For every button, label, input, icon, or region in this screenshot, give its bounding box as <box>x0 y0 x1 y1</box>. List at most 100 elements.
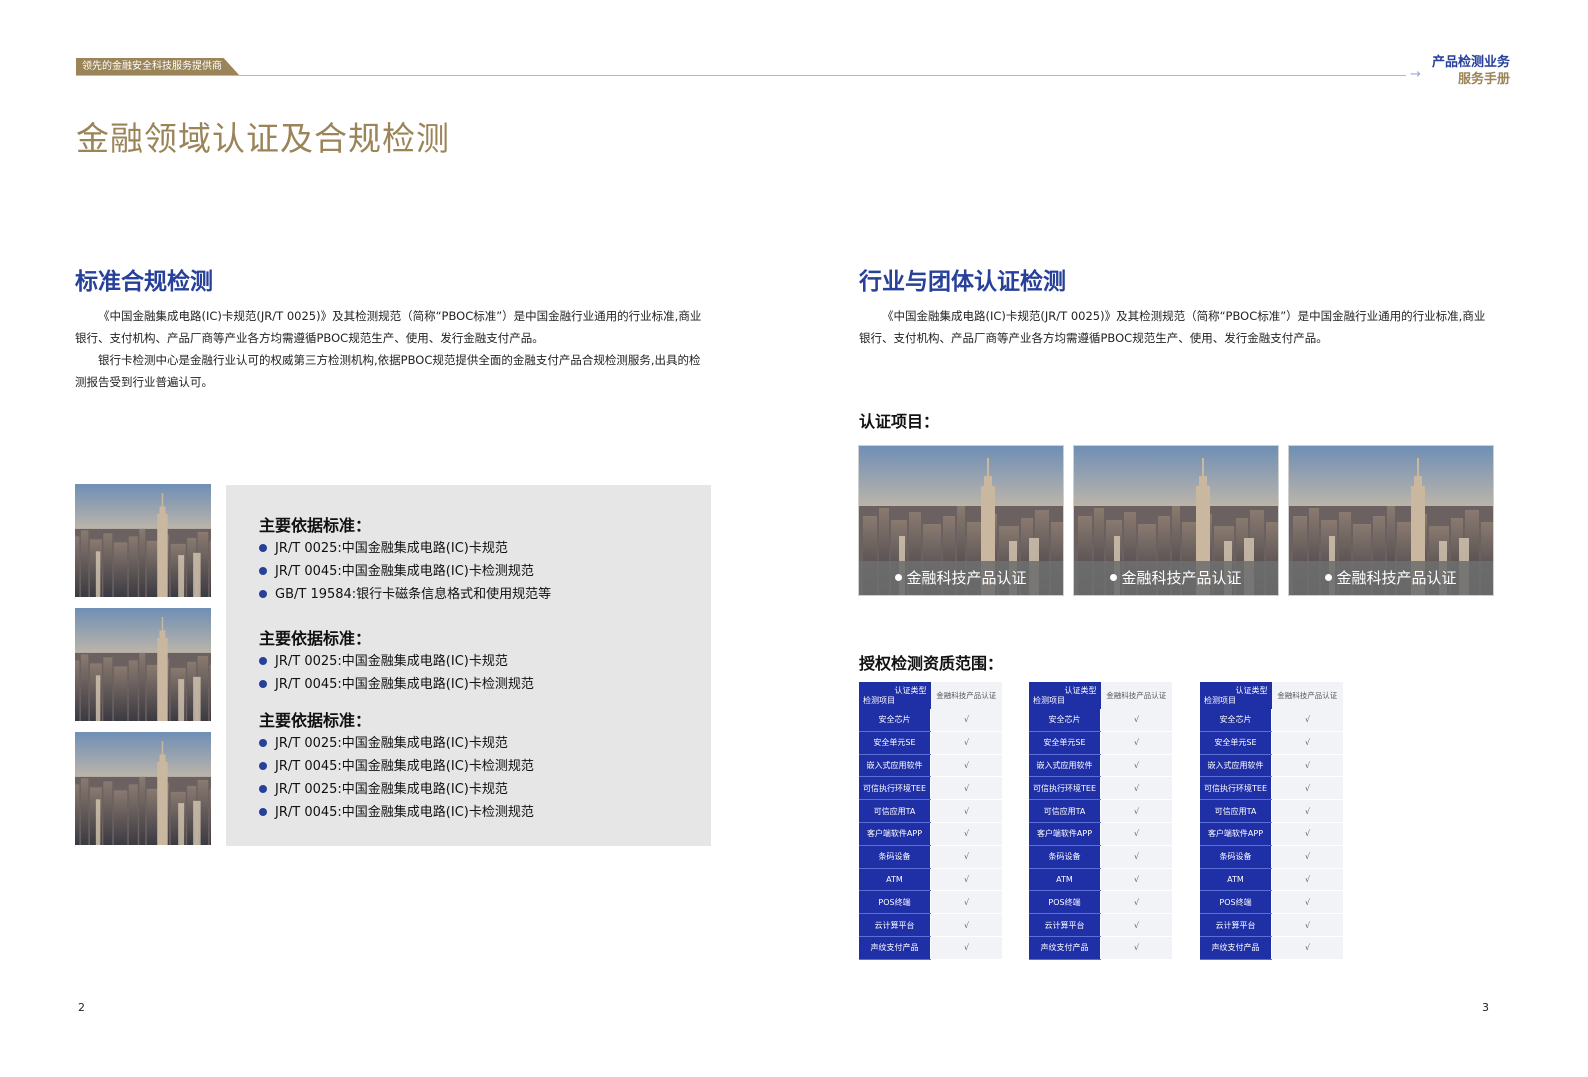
table-item-cell: 云计算平台 <box>859 913 931 937</box>
table-row: 可信执行环境TEE √ <box>1029 776 1172 801</box>
table-header-cell: 认证类型 检测项目 <box>1029 682 1101 709</box>
cert-card: 金融科技产品认证 <box>858 445 1064 596</box>
table-item-cell: ATM <box>1200 868 1272 892</box>
table-item-cell: 可信应用TA <box>1200 799 1272 823</box>
table-header-row: 认证类型 检测项目 金融科技产品认证 <box>859 682 1002 709</box>
table-item-cell: 嵌入式应用软件 <box>1029 754 1101 778</box>
check-mark-icon: √ <box>1271 868 1343 892</box>
check-mark-icon: √ <box>1100 913 1172 937</box>
section-title-standard-compliance: 标准合规检测 <box>75 269 213 295</box>
table-row: POS终端 √ <box>1200 890 1343 915</box>
table-item-cell: 条码设备 <box>1200 845 1272 869</box>
table-row: 可信执行环境TEE √ <box>1200 776 1343 801</box>
table-row: ATM √ <box>859 868 1002 892</box>
standard-item: JR/T 0025:中国金融集成电路(IC)卡规范 <box>259 778 534 801</box>
page-number: 2 <box>78 1001 85 1014</box>
table-row: 嵌入式应用软件 √ <box>1200 754 1343 778</box>
table-header-cell: 认证类型 检测项目 <box>1200 682 1272 709</box>
table-item-cell: POS终端 <box>1200 890 1272 915</box>
cert-card-caption: 金融科技产品认证 <box>1074 561 1278 595</box>
table-row: 安全单元SE √ <box>1200 731 1343 755</box>
cert-card-caption: 金融科技产品认证 <box>1289 561 1493 595</box>
table-row: 声纹支付产品 √ <box>1200 936 1343 960</box>
table-item-cell: ATM <box>859 868 931 892</box>
table-row: ATM √ <box>1200 868 1343 892</box>
bullet-icon <box>259 566 267 575</box>
check-mark-icon: √ <box>1271 845 1343 869</box>
page-number: 3 <box>1482 1001 1489 1014</box>
standard-item: GB/T 19584:银行卡磁条信息格式和使用规范等 <box>259 583 551 606</box>
standards-panel: 主要依据标准： JR/T 0025:中国金融集成电路(IC)卡规范 JR/T 0… <box>226 485 711 846</box>
qualification-heading: 授权检测资质范围： <box>859 654 1004 673</box>
check-mark-icon: √ <box>1271 754 1343 778</box>
table-row: 嵌入式应用软件 √ <box>859 754 1002 778</box>
header-product-cert: 金融科技产品认证 <box>1271 682 1343 709</box>
check-mark-icon: √ <box>930 822 1002 846</box>
standards-list: JR/T 0025:中国金融集成电路(IC)卡规范 JR/T 0045:中国金融… <box>259 732 534 824</box>
bullet-icon <box>259 656 267 665</box>
bullet-icon <box>259 589 267 598</box>
check-mark-icon: √ <box>1271 913 1343 937</box>
table-item-cell: POS终端 <box>1029 890 1101 915</box>
header-cert-type: 认证类型 <box>1064 686 1097 695</box>
check-mark-icon: √ <box>1271 936 1343 960</box>
standards-heading: 主要依据标准： <box>259 629 372 648</box>
check-mark-icon: √ <box>1271 776 1343 801</box>
check-mark-icon: √ <box>930 868 1002 892</box>
table-item-cell: 安全单元SE <box>859 731 931 755</box>
table-row: 嵌入式应用软件 √ <box>1029 754 1172 778</box>
table-header-row: 认证类型 检测项目 金融科技产品认证 <box>1029 682 1172 709</box>
header-divider <box>76 75 1406 76</box>
table-item-cell: 条码设备 <box>1029 845 1101 869</box>
bullet-icon <box>259 761 267 770</box>
table-item-cell: 客户端软件APP <box>1200 822 1272 846</box>
table-row: POS终端 √ <box>1029 890 1172 915</box>
bullet-icon <box>259 543 267 552</box>
check-mark-icon: √ <box>930 709 1002 732</box>
table-row: 安全芯片 √ <box>859 709 1002 732</box>
check-mark-icon: √ <box>1271 822 1343 846</box>
table-row: 安全芯片 √ <box>1029 709 1172 732</box>
table-item-cell: 云计算平台 <box>1029 913 1101 937</box>
table-row: 条码设备 √ <box>859 845 1002 869</box>
table-row: 云计算平台 √ <box>1029 913 1172 937</box>
check-mark-icon: √ <box>1100 936 1172 960</box>
check-mark-icon: √ <box>930 936 1002 960</box>
check-mark-icon: √ <box>1100 731 1172 755</box>
intro-paragraph: 《中国金融集成电路(IC)卡规范(JR/T 0025)》及其检测规范（简称“PB… <box>75 309 702 345</box>
bullet-icon <box>895 574 903 581</box>
check-mark-icon: √ <box>1271 890 1343 915</box>
table-row: 可信应用TA √ <box>1029 799 1172 823</box>
table-item-cell: 可信应用TA <box>1029 799 1101 823</box>
bullet-icon <box>259 807 267 816</box>
table-row: 声纹支付产品 √ <box>859 936 1002 960</box>
bullet-icon <box>259 738 267 747</box>
header-test-item: 检测项目 <box>1033 696 1065 705</box>
table-item-cell: 声纹支付产品 <box>859 936 931 960</box>
manual-subtitle: 服务手册 <box>1457 72 1510 87</box>
table-row: 客户端软件APP √ <box>1200 822 1343 846</box>
check-mark-icon: √ <box>1100 799 1172 823</box>
cert-card: 金融科技产品认证 <box>1073 445 1279 596</box>
standards-list: JR/T 0025:中国金融集成电路(IC)卡规范 JR/T 0045:中国金融… <box>259 537 551 606</box>
check-mark-icon: √ <box>1271 709 1343 732</box>
check-mark-icon: √ <box>1100 845 1172 869</box>
check-mark-icon: √ <box>1271 731 1343 755</box>
standard-item: JR/T 0045:中国金融集成电路(IC)卡检测规范 <box>259 755 534 778</box>
standards-heading: 主要依据标准： <box>259 711 372 730</box>
check-mark-icon: √ <box>1100 754 1172 778</box>
intro-paragraph: 银行卡检测中心是金融行业认可的权威第三方检测机构,依据PBOC规范提供全面的金融… <box>75 353 701 389</box>
standards-list: JR/T 0025:中国金融集成电路(IC)卡规范 JR/T 0045:中国金融… <box>259 650 534 696</box>
table-row: 安全单元SE √ <box>859 731 1002 755</box>
cert-card: 金融科技产品认证 <box>1288 445 1494 596</box>
table-item-cell: 云计算平台 <box>1200 913 1272 937</box>
cert-items-heading: 认证项目： <box>859 412 940 431</box>
table-item-cell: 安全单元SE <box>1029 731 1101 755</box>
table-row: 云计算平台 √ <box>859 913 1002 937</box>
table-item-cell: 可信执行环境TEE <box>1029 776 1101 801</box>
table-item-cell: 条码设备 <box>859 845 931 869</box>
check-mark-icon: √ <box>930 799 1002 823</box>
standard-item: JR/T 0045:中国金融集成电路(IC)卡检测规范 <box>259 801 534 824</box>
table-row: 声纹支付产品 √ <box>1029 936 1172 960</box>
check-mark-icon: √ <box>1100 709 1172 732</box>
